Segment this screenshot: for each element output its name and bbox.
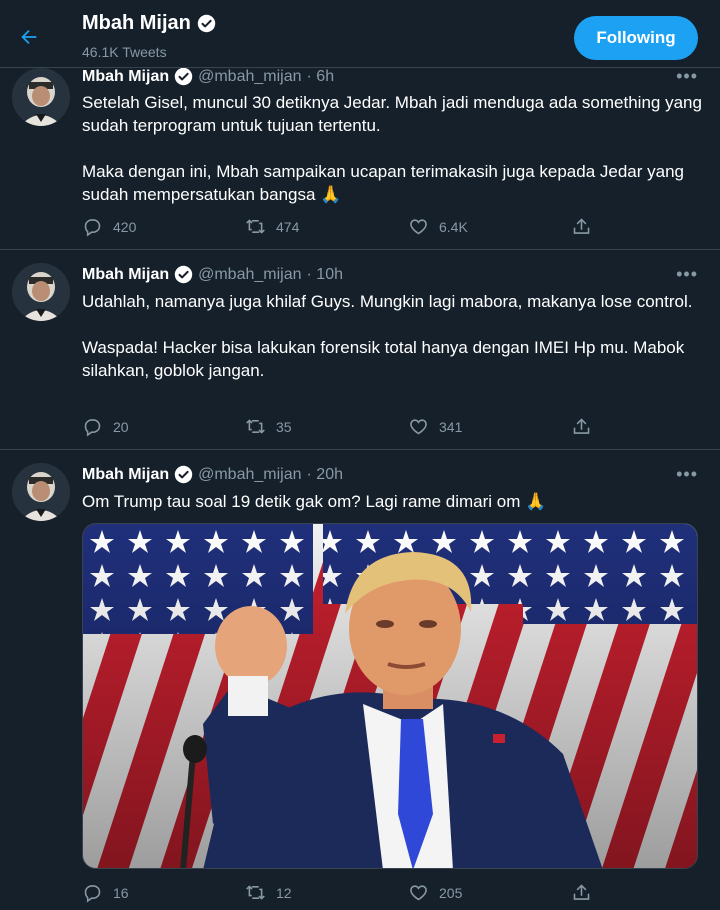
share-button[interactable] [571, 416, 720, 437]
like-button[interactable]: 6.4K [408, 216, 571, 237]
retweet-count: 474 [276, 218, 300, 235]
tweet-paragraph: Setelah Gisel, muncul 30 detiknya Jedar.… [82, 93, 702, 135]
verified-icon [174, 265, 193, 284]
tweet-text: Udahlah, namanya juga khilaf Guys. Mungk… [82, 290, 702, 382]
author-name[interactable]: Mbah Mijan [82, 266, 169, 284]
tweet-time[interactable]: · 6h [307, 68, 335, 86]
tweet-media-image[interactable] [82, 523, 698, 869]
reply-button[interactable]: 420 [82, 216, 245, 237]
reply-icon [84, 885, 101, 903]
more-icon[interactable]: ••• [676, 66, 698, 87]
retweet-icon [246, 419, 265, 434]
tweet-time[interactable]: · 20h [307, 466, 343, 484]
like-count: 341 [439, 418, 463, 435]
share-icon [573, 418, 590, 434]
reply-button[interactable]: 16 [82, 882, 245, 903]
author-handle[interactable]: @mbah_mijan [198, 68, 301, 86]
tweet-header: Mbah Mijan @mbah_mijan · 20h [82, 465, 343, 484]
retweet-icon [246, 885, 265, 900]
retweet-button[interactable]: 35 [245, 416, 408, 437]
avatar[interactable] [12, 263, 70, 321]
profile-name: Mbah Mijan [82, 12, 216, 35]
avatar[interactable] [12, 463, 70, 521]
author-name[interactable]: Mbah Mijan [82, 68, 169, 86]
tweet-header: Mbah Mijan @mbah_mijan · 6h [82, 67, 334, 86]
tweet[interactable]: Mbah Mijan @mbah_mijan · 6h ••• Setelah … [0, 56, 720, 250]
profile-name-text: Mbah Mijan [82, 12, 191, 34]
retweet-button[interactable]: 12 [245, 882, 408, 903]
like-icon [410, 219, 427, 235]
reply-icon [84, 219, 101, 237]
reply-button[interactable]: 20 [82, 416, 245, 437]
following-button[interactable]: Following [574, 16, 698, 60]
tweet-paragraph: Udahlah, namanya juga khilaf Guys. Mungk… [82, 292, 693, 311]
tweet-paragraph: Waspada! Hacker bisa lakukan forensik to… [82, 338, 685, 380]
like-icon [410, 419, 427, 435]
verified-icon [197, 14, 216, 33]
tweet-actions: 420 474 6.4K [82, 216, 720, 237]
retweet-count: 12 [276, 884, 292, 901]
tweet-text: Setelah Gisel, muncul 30 detiknya Jedar.… [82, 91, 702, 206]
profile-header: Mbah Mijan 46.1K Tweets Following [0, 0, 720, 68]
share-icon [573, 884, 590, 900]
like-button[interactable]: 205 [408, 882, 571, 903]
verified-icon [174, 67, 193, 86]
like-button[interactable]: 341 [408, 416, 571, 437]
share-button[interactable] [571, 216, 720, 237]
like-icon [410, 885, 427, 901]
tweet-time[interactable]: · 10h [307, 266, 343, 284]
author-handle[interactable]: @mbah_mijan [198, 466, 301, 484]
tweet-actions: 16 12 205 [82, 882, 720, 903]
tweet-paragraph: Maka dengan ini, Mbah sampaikan ucapan t… [82, 162, 684, 204]
avatar[interactable] [12, 68, 70, 126]
tweet-actions: 20 35 341 [82, 416, 720, 437]
tweet-paragraph: Om Trump tau soal 19 detik gak om? Lagi … [82, 492, 547, 511]
share-icon [573, 218, 590, 234]
like-count: 6.4K [439, 218, 468, 235]
back-button[interactable] [14, 22, 44, 52]
more-icon[interactable]: ••• [676, 464, 698, 485]
retweet-icon [246, 219, 265, 234]
reply-count: 420 [113, 218, 137, 235]
reply-icon [84, 419, 101, 437]
like-count: 205 [439, 884, 463, 901]
retweet-count: 35 [276, 418, 292, 435]
verified-icon [174, 465, 193, 484]
share-button[interactable] [571, 882, 720, 903]
author-handle[interactable]: @mbah_mijan [198, 266, 301, 284]
tweet-text: Om Trump tau soal 19 detik gak om? Lagi … [82, 490, 702, 513]
tweet-header: Mbah Mijan @mbah_mijan · 10h [82, 265, 343, 284]
reply-count: 16 [113, 884, 129, 901]
back-arrow-icon [21, 29, 37, 45]
author-name[interactable]: Mbah Mijan [82, 466, 169, 484]
more-icon[interactable]: ••• [676, 264, 698, 285]
tweet[interactable]: Mbah Mijan @mbah_mijan · 10h ••• Udahlah… [0, 251, 720, 450]
retweet-button[interactable]: 474 [245, 216, 408, 237]
tweet-count: 46.1K Tweets [82, 44, 167, 60]
reply-count: 20 [113, 418, 129, 435]
